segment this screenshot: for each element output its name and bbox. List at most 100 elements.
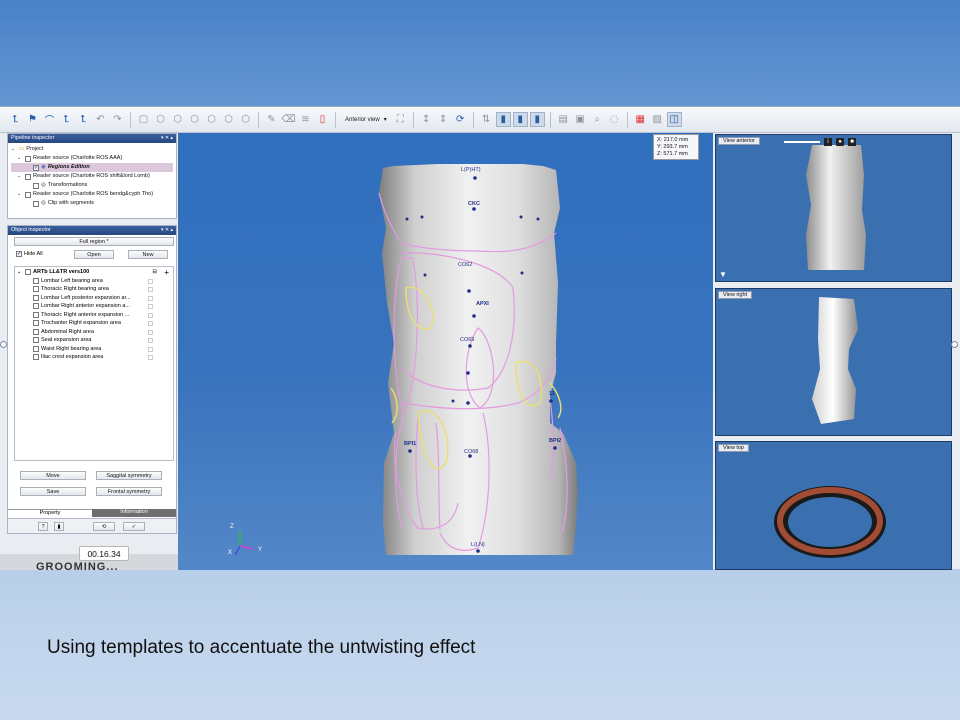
region-color-swatch[interactable] <box>148 312 153 318</box>
filter-icon[interactable]: ⮤ <box>59 112 74 127</box>
tree-item-project[interactable]: ⌄ ▭ Project <box>11 145 173 154</box>
collapse-arrow-icon[interactable]: ▼ <box>719 270 727 279</box>
checkbox[interactable] <box>33 200 39 207</box>
save-button[interactable]: Save <box>20 487 86 496</box>
tree-item-reader-lomb[interactable]: ⌄ Reader source (Charlotte ROS shift&lord… <box>11 172 173 181</box>
sphere-icon[interactable]: ● <box>836 137 844 146</box>
layers-icon[interactable]: ≋ <box>298 112 313 127</box>
view-mode-select[interactable]: Anterior view ▾ <box>341 116 391 124</box>
tree-item-transformations[interactable]: ◎ Transformations <box>11 181 173 190</box>
region-color-swatch[interactable] <box>148 304 153 309</box>
region-color-swatch[interactable] <box>148 329 153 335</box>
cube-alt-icon[interactable]: ⬡ <box>170 112 185 127</box>
main-3d-viewport[interactable]: L(P)HT) CKC CO62 APXI CO69 BPI1 BPI2 CO6… <box>178 133 713 570</box>
region-item[interactable]: Seat expansion area <box>17 336 171 345</box>
region-item[interactable]: Abdominal Right area <box>17 328 171 337</box>
lasso-icon[interactable]: ◌ <box>607 112 622 127</box>
checkbox[interactable]: ✓ <box>16 251 22 257</box>
checkbox[interactable] <box>33 182 39 189</box>
cube-icon[interactable]: ⬡ <box>153 112 168 127</box>
help-button[interactable]: ? <box>38 522 48 531</box>
checkbox[interactable] <box>33 277 39 284</box>
view-anterior-panel[interactable]: View anterior i ● ■ ▼ <box>715 134 952 282</box>
cube-back-icon[interactable]: ⬡ <box>238 112 253 127</box>
flag-icon[interactable]: ⚑ <box>25 112 40 127</box>
cube-iso-icon[interactable]: ⬡ <box>221 112 236 127</box>
color-palette-icon[interactable]: ▦ <box>633 112 648 127</box>
tree-item-reader-tho[interactable]: ⌄ Reader source (Charlotte ROS bendg&cyph… <box>11 190 173 199</box>
screenshot-icon[interactable]: ▨ <box>650 112 665 127</box>
zoom-icon[interactable]: ⌕ <box>590 112 605 127</box>
checkbox[interactable] <box>25 155 31 162</box>
refresh-button[interactable]: ⟲ <box>93 522 115 531</box>
add-region-icon[interactable]: + <box>164 268 169 276</box>
panel-controls-icon[interactable]: ▾ ✕ ▴ <box>161 134 173 143</box>
fit-view-icon[interactable]: ⛶ <box>393 112 408 127</box>
save-icon[interactable]: ▣ <box>573 112 588 127</box>
vertical-arrow-icon[interactable]: ↕ <box>419 112 434 127</box>
slice-end-icon[interactable]: ▮ <box>529 112 545 127</box>
region-group[interactable]: ⌄ ARTb LL&TR vers100 ⊟ + <box>17 268 171 277</box>
layout-icon[interactable]: ◫ <box>666 112 682 127</box>
align-icon[interactable]: ⇕ <box>436 112 451 127</box>
document-icon[interactable]: ▤ <box>556 112 571 127</box>
region-color-swatch[interactable] <box>148 355 153 360</box>
open-button[interactable]: Open <box>74 250 114 259</box>
checkbox[interactable]: ✓ <box>33 164 39 171</box>
region-item[interactable]: Trochanter Right expansion area <box>17 319 171 328</box>
checkbox[interactable] <box>25 269 31 276</box>
slice-alt-icon[interactable]: ▮ <box>512 112 528 127</box>
checkbox[interactable] <box>33 354 39 361</box>
region-item[interactable]: Thoracic Right bearing area <box>17 285 171 294</box>
sagittal-symmetry-button[interactable]: Saggital symmetry <box>96 471 162 480</box>
filter-alt-icon[interactable]: ⮤ <box>76 112 91 127</box>
reader-source-icon[interactable]: ⮤ <box>8 112 23 127</box>
region-color-swatch[interactable] <box>148 295 153 301</box>
apply-button[interactable]: ✓ <box>123 522 145 531</box>
checkbox[interactable] <box>33 337 39 344</box>
pen-icon[interactable]: ✎ <box>264 112 279 127</box>
view-right-panel[interactable]: View right <box>715 288 952 436</box>
right-resize-handle[interactable] <box>951 341 958 348</box>
new-button[interactable]: New <box>128 250 168 259</box>
checkbox[interactable] <box>33 303 39 310</box>
marker-icon[interactable]: ▯ <box>315 112 330 127</box>
delete-icon[interactable]: ▮ <box>54 522 64 531</box>
eraser-icon[interactable]: ⌫ <box>281 112 296 127</box>
frontal-symmetry-button[interactable]: Frontal symmetry <box>96 487 162 496</box>
slice-icon[interactable]: ▮ <box>495 112 511 127</box>
info-icon[interactable]: i <box>824 137 832 146</box>
box-icon[interactable]: ▢ <box>136 112 151 127</box>
curve-icon[interactable]: ⌒ <box>42 112 57 127</box>
region-item[interactable]: Lombar Right anterior expansion a... <box>17 302 171 311</box>
view-top-panel[interactable]: View top <box>715 441 952 570</box>
region-color-swatch[interactable] <box>148 287 153 292</box>
rotate-icon[interactable]: ⟳ <box>453 112 468 127</box>
panel-controls-icon[interactable]: ▾ ✕ ▴ <box>161 226 173 235</box>
undo-icon[interactable]: ↶ <box>93 112 108 127</box>
tab-property[interactable]: Property <box>8 509 92 517</box>
checkbox[interactable] <box>33 286 39 293</box>
tree-item-reader-aaa[interactable]: ⌄ Reader source (Charlotte ROS AAA) <box>11 154 173 163</box>
region-color-swatch[interactable] <box>148 338 153 343</box>
region-select[interactable]: Full region * <box>14 237 174 246</box>
flip-icon[interactable]: ⇅ <box>479 112 494 127</box>
region-item[interactable]: Lombar Left bearing area <box>17 277 171 286</box>
checkbox[interactable] <box>33 311 39 318</box>
region-color-swatch[interactable] <box>148 346 153 352</box>
checkbox[interactable] <box>33 320 39 327</box>
region-color-swatch[interactable] <box>148 278 153 284</box>
region-item[interactable]: Waist Right bearing area <box>17 345 171 354</box>
left-resize-handle[interactable] <box>0 341 7 348</box>
region-color-swatch[interactable] <box>148 321 153 326</box>
tree-item-regions-edition[interactable]: ✓ ◉ Regions Edition <box>11 163 173 172</box>
cube-side-icon[interactable]: ⬡ <box>187 112 202 127</box>
checkbox[interactable] <box>33 328 39 335</box>
hide-all-toggle[interactable]: ✓ Hide All <box>16 251 43 257</box>
checkbox[interactable] <box>25 173 31 180</box>
region-item[interactable]: Thoracic Right anterior expansion ... <box>17 311 171 320</box>
tab-information[interactable]: Information <box>92 509 176 517</box>
checkbox[interactable] <box>33 345 39 352</box>
redo-icon[interactable]: ↷ <box>110 112 125 127</box>
region-item[interactable]: Iliac crest expansion area <box>17 353 171 362</box>
